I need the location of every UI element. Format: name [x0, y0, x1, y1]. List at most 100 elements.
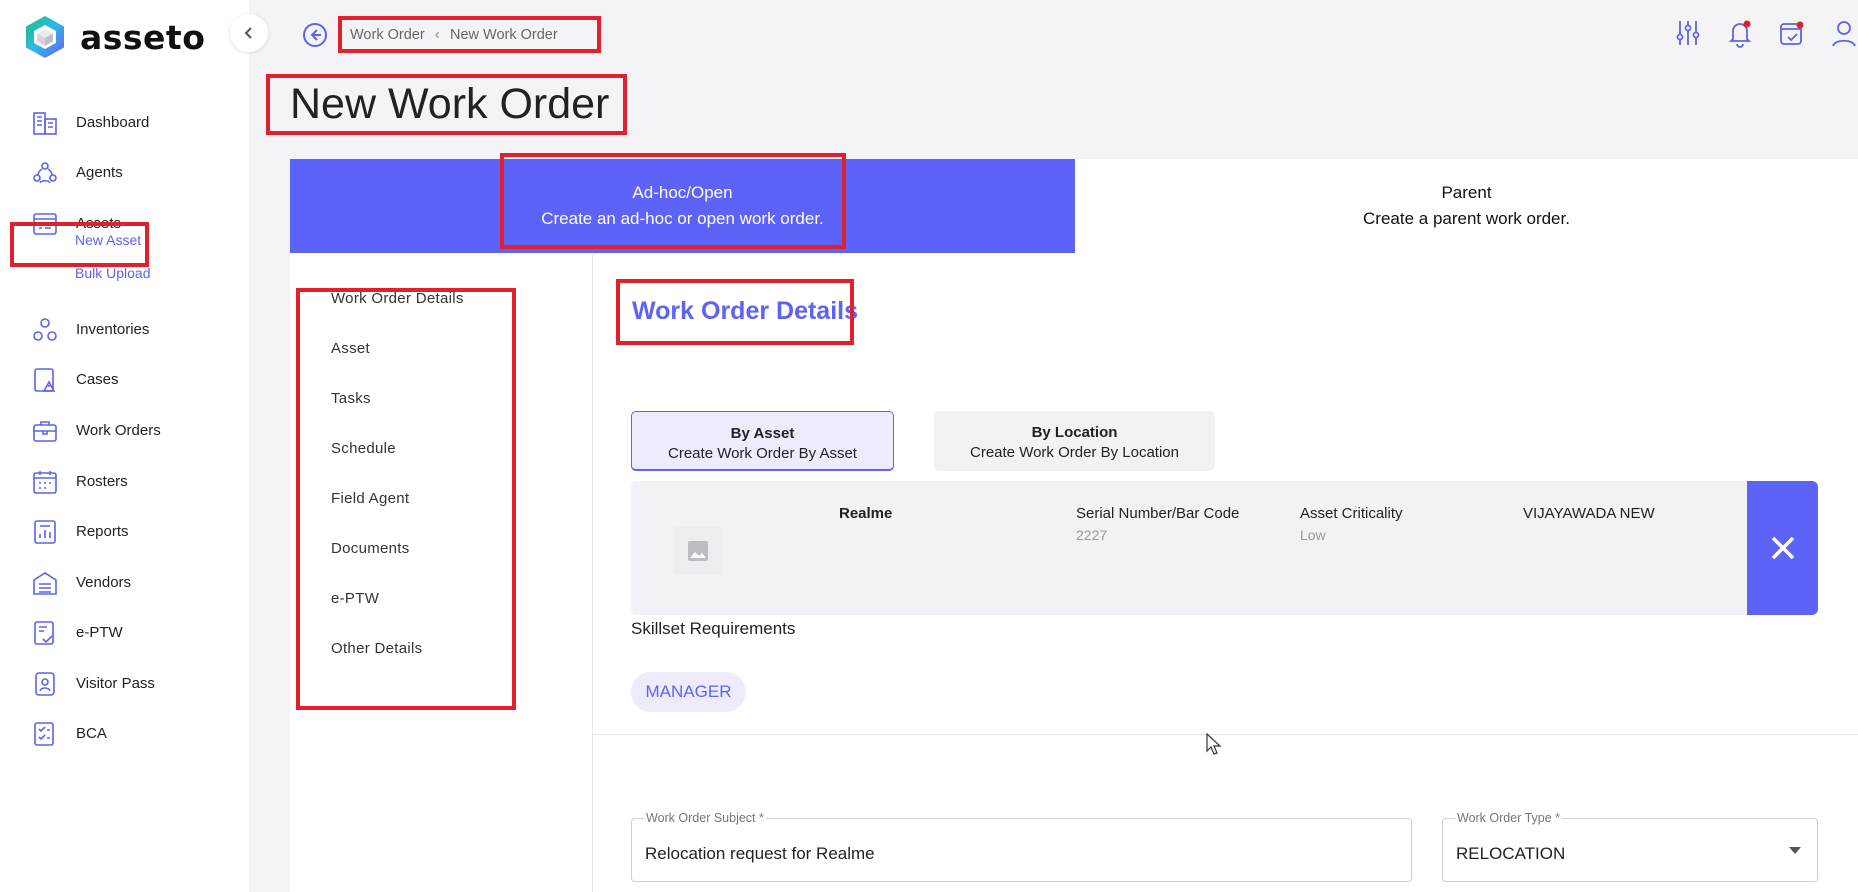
eptw-icon [34, 621, 54, 645]
asseto-logo-icon [26, 16, 64, 58]
sidebar: asseto Dashboard Agents Assets New Asset… [0, 0, 249, 892]
sidebar-item-rosters[interactable]: Rosters [0, 459, 249, 503]
form-section-menu: Work Order Details Asset Tasks Schedule … [290, 254, 593, 892]
work-order-form-card: Ad-hoc/Open Create an ad-hoc or open wor… [290, 159, 1858, 892]
image-placeholder-icon [688, 541, 708, 561]
section-divider [593, 734, 1858, 735]
sidebar-item-eptw[interactable]: e-PTW [0, 610, 249, 654]
dashboard-icon [33, 112, 57, 135]
sidebar-item-visitor-pass[interactable]: Visitor Pass [0, 661, 249, 705]
breadcrumb-current: New Work Order [450, 26, 558, 43]
visitor-pass-icon [35, 672, 55, 696]
sidebar-item-label: Assets [76, 214, 122, 232]
sidebar-item-cases[interactable]: Cases [0, 357, 249, 401]
chevron-left-icon [244, 27, 252, 39]
segment-subtitle: Create Work Order By Location [970, 444, 1179, 461]
sidebar-item-vendors[interactable]: Vendors [0, 560, 249, 604]
cases-icon [34, 368, 56, 392]
sidebar-item-label: Agents [76, 163, 123, 181]
asset-image-placeholder [673, 527, 723, 575]
asset-location: VIJAYAWADA NEW [1523, 505, 1655, 522]
field-label: Work Order Type * [1455, 811, 1563, 825]
asset-name: Realme [839, 505, 893, 522]
menu-item-other-details[interactable]: Other Details [331, 640, 422, 657]
bca-icon [34, 722, 54, 746]
work-order-subject-field[interactable]: Work Order Subject * Relocation request … [631, 811, 1412, 882]
sidebar-item-agents[interactable]: Agents [0, 150, 249, 194]
asset-criticality: Asset Criticality Low [1300, 505, 1403, 543]
collapse-sidebar-button[interactable] [230, 14, 268, 52]
sidebar-item-label: e-PTW [76, 623, 123, 641]
tab-subtitle: Create an ad-hoc or open work order. [541, 209, 824, 228]
sidebar-subitem-bulk-upload[interactable]: Bulk Upload [75, 265, 151, 281]
sidebar-item-label: Work Orders [76, 421, 161, 439]
by-location-toggle[interactable]: By Location Create Work Order By Locatio… [934, 411, 1215, 471]
sidebar-item-label: Vendors [76, 573, 132, 591]
menu-item-tasks[interactable]: Tasks [331, 390, 371, 407]
sidebar-item-label: Cases [76, 370, 119, 388]
tab-title: Ad-hoc/Open [632, 183, 733, 202]
back-arrow-icon[interactable] [302, 22, 328, 48]
sidebar-item-label: Visitor Pass [76, 674, 155, 692]
sidebar-item-bca[interactable]: BCA [0, 711, 249, 755]
vendors-icon [33, 572, 57, 595]
asset-serial: Serial Number/Bar Code 2227 [1076, 505, 1239, 543]
sidebar-item-label: BCA [76, 724, 107, 742]
criticality-label: Asset Criticality [1300, 505, 1403, 522]
sidebar-subitem-new-asset[interactable]: New Asset [75, 232, 141, 248]
sidebar-item-label: Rosters [76, 472, 128, 490]
field-label: Work Order Subject * [644, 811, 766, 825]
brand-logo[interactable]: asseto [24, 14, 205, 60]
menu-item-documents[interactable]: Documents [331, 540, 410, 557]
brand-name: asseto [80, 17, 206, 57]
work-order-mode-tabs: Ad-hoc/Open Create an ad-hoc or open wor… [290, 159, 1858, 253]
sidebar-item-label: Reports [76, 522, 129, 540]
criticality-value: Low [1300, 527, 1326, 543]
breadcrumb: Work Order ‹ New Work Order [338, 16, 601, 53]
chevron-left-separator-icon: ‹ [434, 25, 440, 43]
top-toolbar [1674, 18, 1858, 48]
sidebar-item-inventories[interactable]: Inventories [0, 307, 249, 351]
segment-title: By Asset [730, 425, 795, 442]
segment-title: By Location [1031, 424, 1118, 441]
menu-item-eptw[interactable]: e-PTW [331, 590, 379, 607]
dropdown-caret-icon [1789, 847, 1801, 854]
segment-subtitle: Create Work Order By Asset [668, 445, 857, 462]
sidebar-item-reports[interactable]: Reports [0, 509, 249, 553]
close-icon [1771, 536, 1794, 560]
menu-item-field-agent[interactable]: Field Agent [331, 490, 409, 507]
sidebar-item-label: Dashboard [76, 113, 150, 131]
user-profile-icon[interactable] [1830, 18, 1858, 48]
skill-chip-manager[interactable]: MANAGER [631, 672, 746, 712]
work-orders-icon [33, 421, 57, 442]
filter-sliders-icon[interactable] [1674, 18, 1702, 48]
agents-icon [33, 162, 57, 184]
page-title: New Work Order [290, 80, 610, 128]
serial-label: Serial Number/Bar Code [1076, 505, 1240, 522]
inventories-icon [33, 318, 57, 341]
sidebar-item-work-orders[interactable]: Work Orders [0, 408, 249, 452]
work-order-subject-input[interactable]: Relocation request for Realme [645, 844, 1346, 864]
section-title: Work Order Details [632, 297, 859, 325]
sidebar-item-dashboard[interactable]: Dashboard [0, 100, 249, 144]
tab-parent[interactable]: Parent Create a parent work order. [1075, 159, 1858, 253]
menu-item-work-order-details[interactable]: Work Order Details [331, 290, 464, 307]
menu-item-schedule[interactable]: Schedule [331, 440, 396, 457]
selected-asset-row: Realme Serial Number/Bar Code 2227 Asset… [631, 481, 1818, 615]
mouse-pointer-icon [1206, 733, 1222, 755]
work-order-type-value: RELOCATION [1456, 844, 1566, 863]
tab-adhoc-open[interactable]: Ad-hoc/Open Create an ad-hoc or open wor… [290, 159, 1075, 253]
breadcrumb-parent-link[interactable]: Work Order [350, 27, 425, 43]
work-order-type-select[interactable]: Work Order Type * RELOCATION [1442, 811, 1818, 882]
by-asset-toggle[interactable]: By Asset Create Work Order By Asset [631, 411, 894, 471]
rosters-icon [33, 471, 57, 494]
tasks-calendar-icon[interactable] [1778, 18, 1806, 48]
notification-bell-icon[interactable] [1726, 18, 1754, 48]
tab-title: Parent [1441, 183, 1492, 202]
remove-asset-button[interactable] [1747, 481, 1818, 615]
tab-subtitle: Create a parent work order. [1363, 209, 1570, 228]
menu-item-asset[interactable]: Asset [331, 340, 370, 357]
assets-icon [33, 213, 57, 235]
reports-icon [34, 520, 56, 544]
sidebar-item-label: Inventories [76, 320, 150, 338]
